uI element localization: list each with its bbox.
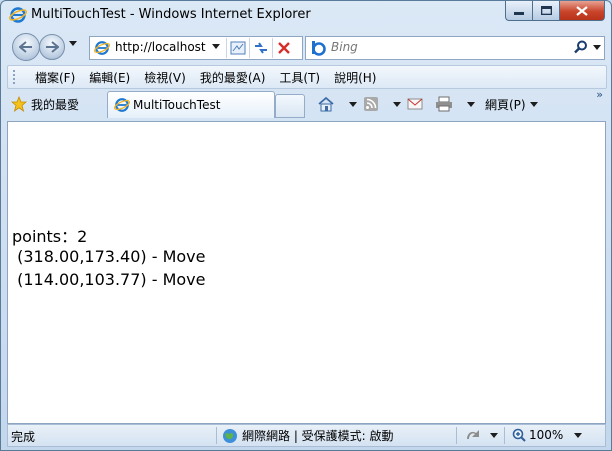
menu-favorites[interactable]: 我的最愛(A) bbox=[193, 69, 273, 86]
page-content: points：2 (318.00,173.40) - Move (114.00,… bbox=[7, 121, 606, 424]
toolbar-grip[interactable] bbox=[13, 70, 17, 84]
status-divider bbox=[216, 427, 217, 444]
ie-icon bbox=[9, 7, 27, 23]
print-icon bbox=[436, 96, 452, 112]
menu-file[interactable]: 檔案(F) bbox=[28, 69, 82, 86]
menu-help[interactable]: 說明(H) bbox=[327, 69, 383, 86]
chevron-more-icon[interactable]: » bbox=[596, 88, 603, 101]
mail-icon bbox=[407, 98, 423, 110]
protected-mode-button[interactable] bbox=[464, 427, 498, 443]
favorites-label: 我的最愛 bbox=[31, 97, 80, 112]
search-icon[interactable] bbox=[574, 40, 588, 54]
zoom-level: 100% bbox=[529, 428, 564, 442]
menu-tools[interactable]: 工具(T) bbox=[272, 69, 327, 86]
touch-point-line: (114.00,103.77) - Move bbox=[12, 270, 206, 289]
minimize-icon bbox=[514, 11, 524, 15]
close-button[interactable] bbox=[559, 1, 605, 21]
home-icon bbox=[318, 96, 334, 112]
home-dropdown[interactable] bbox=[349, 101, 357, 107]
security-zone[interactable]: 網際網路 | 受保護模式: 啟動 bbox=[222, 427, 394, 444]
favorites-button[interactable]: 我的最愛 bbox=[11, 94, 79, 114]
forward-icon bbox=[46, 41, 59, 53]
bing-icon bbox=[312, 41, 326, 56]
refresh-button[interactable] bbox=[249, 38, 272, 58]
page-menu-button[interactable]: 網頁(P) bbox=[485, 96, 526, 113]
points-count-text: points：2 bbox=[12, 227, 88, 246]
recent-pages-dropdown[interactable] bbox=[69, 41, 77, 46]
menu-edit[interactable]: 編輯(E) bbox=[82, 69, 137, 86]
search-box[interactable]: Bing bbox=[305, 36, 605, 60]
feeds-dropdown[interactable] bbox=[393, 101, 401, 107]
search-provider-dropdown[interactable] bbox=[593, 45, 601, 50]
maximize-icon bbox=[540, 6, 552, 15]
menu-bar: 檔案(F) 編輯(E) 檢視(V) 我的最愛(A) 工具(T) 說明(H) bbox=[7, 65, 607, 89]
print-button[interactable] bbox=[435, 96, 453, 112]
status-divider bbox=[456, 427, 457, 444]
zoom-icon bbox=[512, 428, 526, 442]
ie-icon bbox=[114, 98, 130, 112]
back-button[interactable] bbox=[12, 33, 40, 61]
close-icon bbox=[576, 5, 588, 16]
star-icon bbox=[11, 96, 27, 112]
feeds-icon bbox=[364, 97, 378, 111]
navigation-bar: http://localhost Bing bbox=[1, 31, 611, 63]
command-bar: 網頁(P) bbox=[317, 94, 538, 114]
search-input[interactable]: Bing bbox=[331, 40, 358, 54]
status-divider bbox=[504, 427, 505, 444]
protected-mode-dropdown[interactable] bbox=[490, 432, 498, 438]
window-title: MultiTouchTest - Windows Internet Explor… bbox=[31, 7, 311, 22]
forward-button[interactable] bbox=[39, 34, 65, 60]
address-bar[interactable]: http://localhost bbox=[89, 36, 303, 60]
ie-icon bbox=[94, 41, 110, 55]
touch-point-line: (318.00,173.40) - Move bbox=[12, 247, 206, 266]
new-tab-button[interactable] bbox=[275, 94, 305, 118]
refresh-icon bbox=[255, 42, 267, 54]
compat-view-icon bbox=[230, 41, 246, 55]
stop-button[interactable] bbox=[272, 38, 295, 58]
globe-icon bbox=[223, 428, 237, 443]
back-icon bbox=[19, 41, 32, 53]
tab-title: MultiTouchTest bbox=[133, 98, 221, 112]
caption-buttons bbox=[505, 1, 605, 21]
status-bar: 完成 網際網路 | 受保護模式: 啟動 100% bbox=[7, 424, 606, 447]
home-button[interactable] bbox=[317, 96, 335, 112]
zoom-control[interactable]: 100% bbox=[512, 428, 563, 442]
tab-multitouchtest[interactable]: MultiTouchTest bbox=[107, 91, 275, 118]
address-input[interactable]: http://localhost bbox=[115, 40, 206, 54]
tab-bar: 我的最愛 MultiTouchTest 網頁(P) » bbox=[7, 88, 605, 118]
maximize-button[interactable] bbox=[532, 1, 559, 21]
address-dropdown[interactable] bbox=[212, 44, 220, 49]
status-text: 完成 bbox=[11, 430, 36, 444]
print-dropdown[interactable] bbox=[467, 101, 475, 107]
mail-button[interactable] bbox=[407, 97, 423, 111]
security-zone-text: 網際網路 | 受保護模式: 啟動 bbox=[242, 429, 394, 443]
browser-window: MultiTouchTest - Windows Internet Explor… bbox=[0, 0, 612, 451]
zoom-dropdown[interactable] bbox=[574, 433, 582, 438]
feeds-button[interactable] bbox=[363, 96, 379, 112]
stop-icon bbox=[278, 42, 290, 54]
minimize-button[interactable] bbox=[505, 1, 532, 21]
menu-view[interactable]: 檢視(V) bbox=[137, 69, 193, 86]
title-bar[interactable]: MultiTouchTest - Windows Internet Explor… bbox=[1, 1, 611, 29]
compatibility-view-button[interactable] bbox=[226, 38, 249, 58]
page-menu-dropdown[interactable] bbox=[529, 101, 538, 107]
popup-blocker-icon bbox=[467, 430, 479, 439]
